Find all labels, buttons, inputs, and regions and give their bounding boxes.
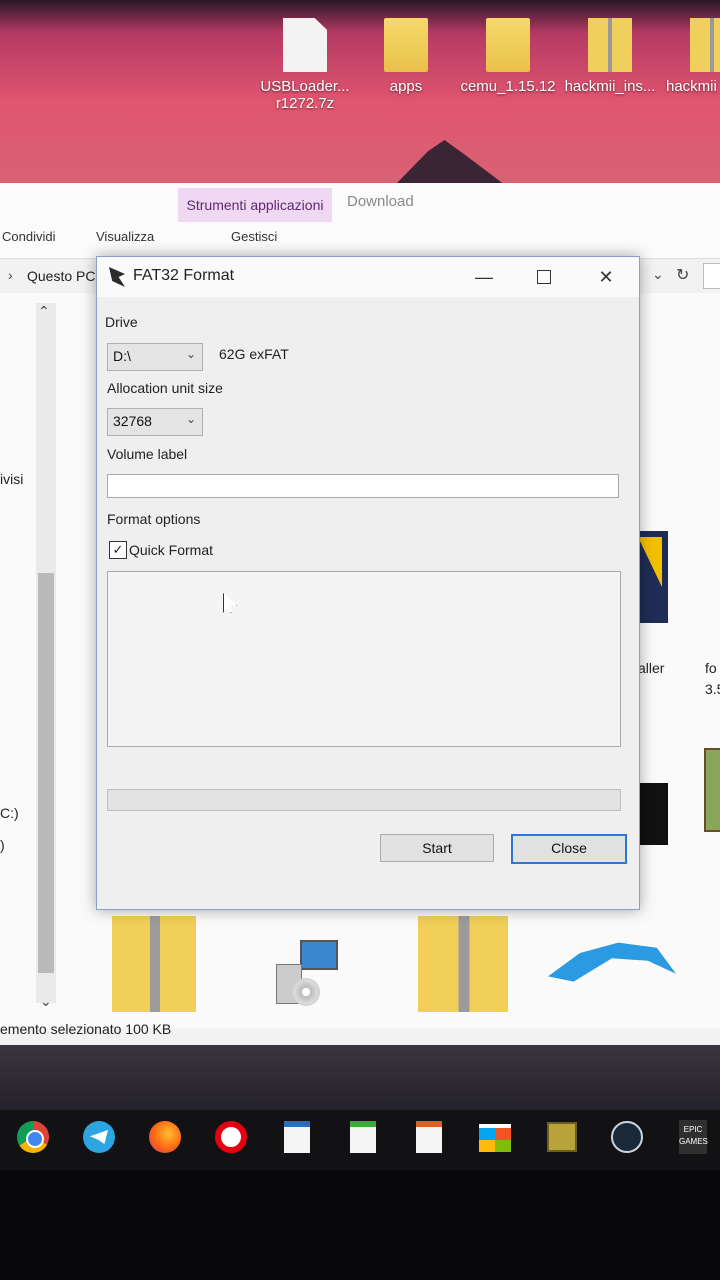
- checkmark-icon: ✓: [112, 542, 124, 557]
- disc-shape: [292, 978, 320, 1006]
- zip-folder-icon[interactable]: [112, 916, 196, 1012]
- ribbon-visualizza[interactable]: Visualizza: [96, 229, 154, 244]
- drive-info: 62G exFAT: [219, 346, 289, 362]
- search-box[interactable]: [703, 263, 720, 289]
- fat32-format-dialog: FAT32 Format — ✕ Drive D:\ ⌄ 62G exFAT A…: [96, 256, 640, 910]
- nav-item-partial[interactable]: ivisi: [0, 471, 23, 487]
- quick-format-label[interactable]: Quick Format: [129, 542, 213, 558]
- screen-bezel: [0, 1170, 720, 1280]
- ribbon-condividi[interactable]: Condividi: [2, 229, 55, 244]
- store-icon[interactable]: [479, 1124, 511, 1152]
- impress-icon[interactable]: [416, 1121, 442, 1153]
- desktop-icon-hackmii-installer[interactable]: hackmii_ins...: [560, 18, 660, 95]
- scroll-up-icon[interactable]: ⌃: [38, 303, 50, 320]
- scrollbar-thumb[interactable]: [38, 573, 54, 973]
- format-options-label: Format options: [107, 511, 201, 527]
- quick-format-checkbox[interactable]: ✓: [109, 541, 127, 559]
- paper-plane-shape: [90, 1130, 108, 1144]
- zip-folder-icon: [690, 18, 720, 72]
- desktop-icon-label: hackmii_ins...: [564, 78, 656, 95]
- desktop-icon-hackmii[interactable]: hackmii: [656, 18, 720, 95]
- desktop-icon-label: hackmii: [666, 78, 717, 95]
- log-output-box[interactable]: [107, 571, 621, 747]
- writer-icon[interactable]: [284, 1121, 310, 1153]
- chevron-down-icon[interactable]: ⌄: [652, 266, 664, 283]
- maximize-button[interactable]: [513, 257, 575, 297]
- desktop-icon-label: apps: [389, 78, 423, 95]
- status-bar: emento selezionato 100 KB: [0, 1021, 172, 1037]
- zip-folder-icon[interactable]: [418, 916, 508, 1012]
- chevron-down-icon: ⌄: [185, 412, 196, 426]
- close-button[interactable]: Close: [511, 834, 627, 864]
- start-button[interactable]: Start: [380, 834, 494, 862]
- desktop-icon-cemu[interactable]: cemu_1.15.12: [458, 18, 558, 95]
- file-label-partial: fo: [705, 660, 717, 676]
- close-window-button[interactable]: ✕: [575, 257, 637, 297]
- drive-value: D:\: [113, 348, 131, 364]
- opera-icon[interactable]: [215, 1121, 247, 1153]
- address-text: Questo PC: [27, 268, 96, 284]
- epic-games-icon[interactable]: EPIC GAMES: [679, 1120, 708, 1154]
- chrome-center: [26, 1130, 44, 1148]
- setup-installer-icon[interactable]: [276, 940, 338, 1006]
- desktop-icon-usbloader[interactable]: USBLoader... r1272.7z: [255, 18, 355, 112]
- allocation-unit-label: Allocation unit size: [107, 380, 223, 396]
- folder-icon: [486, 18, 530, 72]
- ribbon-gestisci[interactable]: Gestisci: [231, 229, 277, 244]
- firefox-icon[interactable]: [149, 1121, 181, 1153]
- close-icon: ✕: [598, 266, 614, 287]
- allocation-unit-select[interactable]: 32768 ⌄: [107, 408, 203, 436]
- game-tile-icon[interactable]: [704, 748, 720, 832]
- folder-icon: [384, 18, 428, 72]
- chevron-down-icon: ⌄: [185, 347, 196, 361]
- desktop-icon-apps[interactable]: apps: [356, 18, 456, 95]
- maximize-icon: [537, 270, 551, 284]
- nav-item-drive-c[interactable]: C:): [0, 805, 19, 821]
- drive-label: Drive: [105, 314, 138, 330]
- nav-item-partial[interactable]: ): [0, 837, 5, 853]
- tab-download[interactable]: Download: [347, 193, 414, 210]
- app-tile-icon[interactable]: [640, 783, 668, 845]
- telegram-icon[interactable]: [83, 1121, 115, 1153]
- chevron-right-icon: ›: [8, 267, 13, 283]
- volume-label-input[interactable]: [107, 474, 619, 498]
- tab-strumenti-applicazioni[interactable]: Strumenti applicazioni: [178, 188, 332, 222]
- steam-icon[interactable]: [611, 1121, 643, 1153]
- file-label-partial: aller: [638, 660, 665, 676]
- progress-bar: [107, 789, 621, 811]
- fat32-app-icon: [109, 267, 125, 287]
- allocation-unit-value: 32768: [113, 413, 152, 429]
- minecraft-icon[interactable]: [547, 1122, 577, 1152]
- file-label-partial: 3.5: [705, 681, 720, 697]
- dialog-title: FAT32 Format: [133, 267, 235, 284]
- ribbon: Strumenti applicazioni Download Condivid…: [0, 183, 720, 259]
- chrome-icon[interactable]: [17, 1121, 49, 1153]
- calc-icon[interactable]: [350, 1121, 376, 1153]
- volume-label-heading: Volume label: [107, 446, 188, 462]
- desktop-icon-label: cemu_1.15.12: [460, 78, 556, 95]
- desktop-wallpaper-bottom: [0, 1045, 720, 1110]
- minimize-button[interactable]: —: [453, 257, 515, 297]
- scroll-down-icon[interactable]: ⌄: [40, 993, 52, 1010]
- zip-folder-icon: [588, 18, 632, 72]
- desktop-icon-label: USBLoader...: [260, 78, 350, 95]
- title-bar[interactable]: FAT32 Format — ✕: [97, 257, 639, 297]
- minimize-icon: —: [475, 266, 493, 287]
- refresh-icon[interactable]: ↻: [676, 265, 689, 285]
- monitor-shape: [300, 940, 338, 970]
- drive-select[interactable]: D:\ ⌄: [107, 343, 203, 371]
- file-icon: [283, 18, 327, 72]
- desktop-icon-sublabel: r1272.7z: [275, 95, 335, 112]
